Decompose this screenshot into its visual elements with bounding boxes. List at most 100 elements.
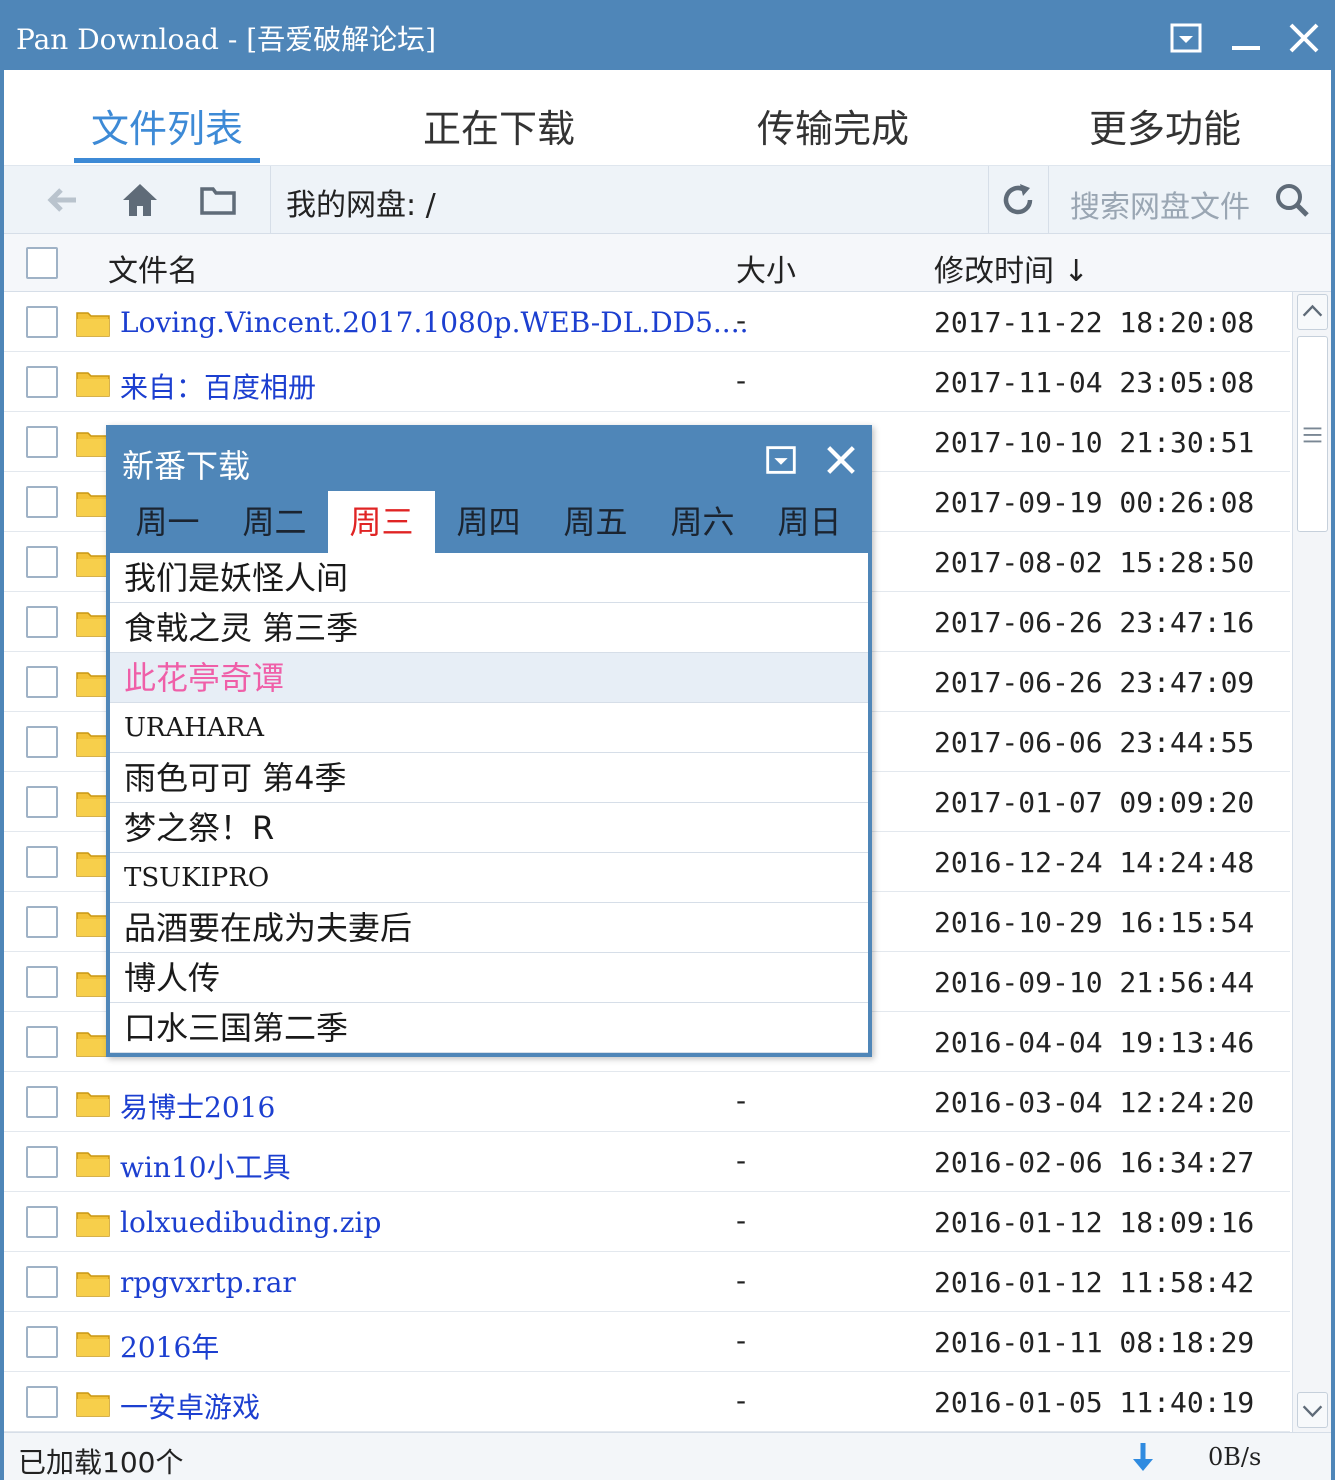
row-checkbox[interactable]	[26, 306, 58, 338]
file-name-link[interactable]: 一安卓游戏	[120, 1386, 260, 1426]
main-tabs: 文件列表 正在下载 传输完成 更多功能	[4, 70, 1331, 166]
row-checkbox[interactable]	[26, 666, 58, 698]
vertical-scrollbar[interactable]	[1292, 292, 1331, 1432]
row-checkbox[interactable]	[26, 1266, 58, 1298]
tab-more-features[interactable]: 更多功能	[1072, 70, 1258, 166]
file-modified-time: 2017-11-04 23:05:08	[934, 366, 1255, 399]
row-checkbox[interactable]	[26, 726, 58, 758]
anime-list-item[interactable]: 此花亭奇谭	[110, 653, 868, 703]
select-all-checkbox[interactable]	[26, 247, 58, 279]
anime-list-item[interactable]: TSUKIPRO	[110, 853, 868, 903]
file-size: -	[736, 1084, 747, 1117]
file-name-link[interactable]: 来自：百度相册	[120, 366, 316, 406]
folder-icon	[76, 369, 110, 397]
table-row[interactable]: lolxuedibuding.zip - 2016-01-12 18:09:16	[4, 1192, 1290, 1252]
table-row[interactable]: 2016年 - 2016-01-11 08:18:29	[4, 1312, 1290, 1372]
table-row[interactable]: 来自：百度相册 - 2017-11-04 23:05:08	[4, 352, 1290, 412]
row-checkbox[interactable]	[26, 1386, 58, 1418]
row-checkbox[interactable]	[26, 1026, 58, 1058]
anime-list-item[interactable]: 梦之祭！R	[110, 803, 868, 853]
row-checkbox[interactable]	[26, 546, 58, 578]
folder-icon	[76, 1329, 110, 1357]
restore-icon[interactable]	[1166, 18, 1206, 58]
table-row[interactable]: 一安卓游戏 - 2016-01-05 11:40:19	[4, 1372, 1290, 1432]
search-icon[interactable]	[1272, 180, 1312, 220]
table-row[interactable]: rpgvxrtp.rar - 2016-01-12 11:58:42	[4, 1252, 1290, 1312]
row-checkbox[interactable]	[26, 786, 58, 818]
file-name-link[interactable]: 2016年	[120, 1326, 219, 1366]
close-icon[interactable]	[822, 441, 860, 479]
weekday-tab[interactable]: 周四	[435, 491, 542, 553]
scroll-up-button[interactable]	[1297, 294, 1328, 330]
row-checkbox[interactable]	[26, 846, 58, 878]
table-row[interactable]: 易博士2016 - 2016-03-04 12:24:20	[4, 1072, 1290, 1132]
folder-icon	[76, 489, 110, 517]
weekday-tab[interactable]: 周日	[756, 491, 863, 553]
file-name-link[interactable]: 易博士2016	[120, 1086, 275, 1126]
weekday-tab[interactable]: 周二	[221, 491, 328, 553]
scroll-thumb[interactable]	[1297, 336, 1328, 532]
file-modified-time: 2016-01-11 08:18:29	[934, 1326, 1255, 1359]
row-checkbox[interactable]	[26, 606, 58, 638]
file-name-link[interactable]: lolxuedibuding.zip	[120, 1206, 381, 1239]
new-folder-icon[interactable]	[198, 180, 238, 220]
tab-completed[interactable]: 传输完成	[740, 70, 926, 166]
row-checkbox[interactable]	[26, 1146, 58, 1178]
column-header-name[interactable]: 文件名	[108, 246, 198, 290]
scroll-down-button[interactable]	[1297, 1392, 1328, 1428]
folder-icon	[76, 969, 110, 997]
back-arrow-icon[interactable]	[42, 180, 82, 220]
tab-file-list[interactable]: 文件列表	[74, 70, 260, 166]
current-path: 我的网盘: /	[286, 188, 436, 223]
anime-list-item[interactable]: 博人传	[110, 953, 868, 1003]
weekday-tab[interactable]: 周三	[328, 491, 435, 553]
table-row[interactable]: Loving.Vincent.2017.1080p.WEB-DL.DD5....…	[4, 292, 1290, 352]
folder-icon	[76, 609, 110, 637]
anime-list-item[interactable]: 食戟之灵 第三季	[110, 603, 868, 653]
row-checkbox[interactable]	[26, 966, 58, 998]
row-checkbox[interactable]	[26, 1086, 58, 1118]
anime-list-item[interactable]: URAHARA	[110, 703, 868, 753]
search-input[interactable]: 搜索网盘文件	[1070, 182, 1250, 226]
folder-icon	[76, 1209, 110, 1237]
tab-downloading[interactable]: 正在下载	[406, 70, 592, 166]
file-modified-time: 2016-01-05 11:40:19	[934, 1386, 1255, 1419]
status-bar: 已加载100个 0B/s	[4, 1432, 1331, 1480]
row-checkbox[interactable]	[26, 366, 58, 398]
anime-list-item[interactable]: 我们是妖怪人间	[110, 553, 868, 603]
restore-icon[interactable]	[762, 441, 800, 479]
minimize-icon[interactable]	[1226, 18, 1266, 58]
row-checkbox[interactable]	[26, 1206, 58, 1238]
anime-list-item[interactable]: 雨色可可 第4季	[110, 753, 868, 803]
search-box[interactable]: 搜索网盘文件	[1048, 166, 1331, 234]
table-row[interactable]: win10小工具 - 2016-02-06 16:34:27	[4, 1132, 1290, 1192]
weekday-tab[interactable]: 周五	[542, 491, 649, 553]
weekday-tab[interactable]: 周六	[649, 491, 756, 553]
column-header-modified[interactable]: 修改时间 ↓	[934, 246, 1089, 290]
file-name-link[interactable]: win10小工具	[120, 1146, 291, 1186]
refresh-icon[interactable]	[998, 180, 1038, 220]
folder-icon	[76, 789, 110, 817]
popup-title: 新番下载	[122, 447, 251, 485]
file-modified-time: 2016-01-12 18:09:16	[934, 1206, 1255, 1239]
column-header-size[interactable]: 大小	[736, 246, 796, 290]
row-checkbox[interactable]	[26, 1326, 58, 1358]
file-modified-time: 2016-09-10 21:56:44	[934, 966, 1255, 999]
row-checkbox[interactable]	[26, 906, 58, 938]
folder-icon	[76, 849, 110, 877]
file-modified-time: 2016-04-04 19:13:46	[934, 1026, 1255, 1059]
file-modified-time: 2017-09-19 00:26:08	[934, 486, 1255, 519]
row-checkbox[interactable]	[26, 486, 58, 518]
folder-icon	[76, 729, 110, 757]
file-name-link[interactable]: rpgvxrtp.rar	[120, 1266, 296, 1299]
anime-list-item[interactable]: 品酒要在成为夫妻后	[110, 903, 868, 953]
toolbar: 我的网盘: / 搜索网盘文件	[4, 166, 1331, 234]
close-icon[interactable]	[1284, 18, 1324, 58]
anime-list-item[interactable]: 口水三国第二季	[110, 1003, 868, 1053]
folder-icon	[76, 1149, 110, 1177]
row-checkbox[interactable]	[26, 426, 58, 458]
file-name-link[interactable]: Loving.Vincent.2017.1080p.WEB-DL.DD5....	[120, 306, 749, 339]
file-size: -	[736, 1264, 747, 1297]
weekday-tab[interactable]: 周一	[114, 491, 221, 553]
home-icon[interactable]	[120, 180, 160, 220]
